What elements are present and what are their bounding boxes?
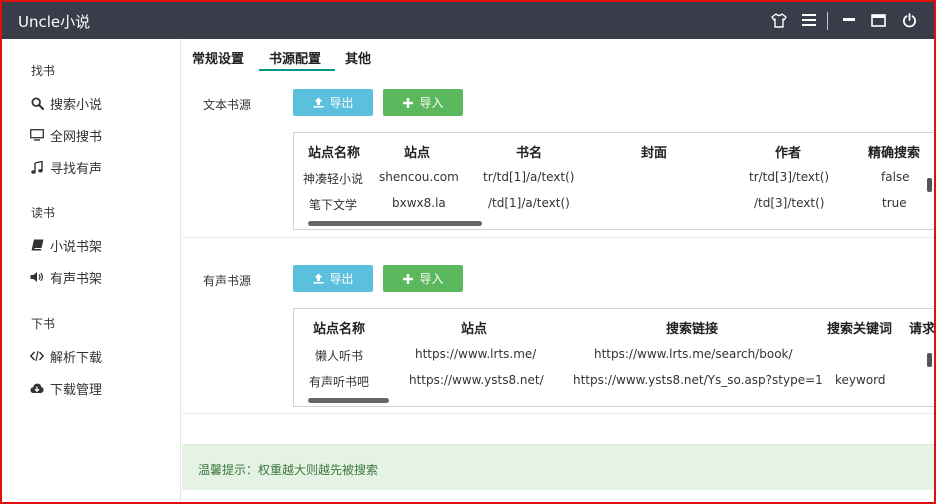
settings-tabs: 常规设置 书源配置 其他 (182, 39, 934, 73)
table-cell[interactable]: https://www.ysts8.net/ (409, 373, 544, 387)
menu-icon[interactable] (798, 9, 820, 31)
sidebar-item-web-search[interactable]: 全网搜书 (30, 125, 102, 145)
maximize-icon[interactable] (867, 9, 889, 31)
sidebar-item-label: 小说书架 (50, 239, 103, 255)
table-cell[interactable]: 神凑轻小说 (303, 170, 363, 187)
sidebar-item-audio-shelf[interactable]: 有声书架 (30, 267, 102, 287)
export-label: 导出 (329, 96, 354, 110)
sidebar-item-label: 搜索小说 (50, 97, 103, 113)
text-source-table: 站点名称 站点 书名 封面 作者 精确搜索 神凑轻小说 shencou.com … (293, 132, 934, 230)
table-cell[interactable]: bxwx8.la (392, 196, 446, 210)
column-header: 站点名称 (313, 322, 366, 337)
column-header: 站点 (461, 322, 488, 337)
horizontal-scrollbar[interactable] (308, 221, 482, 226)
upload-icon (312, 97, 324, 109)
import-label: 导入 (419, 272, 444, 286)
export-label: 导出 (329, 272, 354, 286)
active-tab-indicator (259, 69, 335, 71)
volume-icon (30, 270, 44, 284)
cloud-download-icon (30, 381, 44, 395)
table-cell[interactable]: /td[3]/text() (754, 196, 824, 210)
table-cell[interactable]: false (881, 170, 910, 184)
minimize-icon[interactable] (838, 9, 860, 31)
app-window: Uncle小说 找书 搜索小说 全网搜书 寻找有声 读书 小说书架 有声书架 下… (0, 0, 936, 504)
text-source-import-button[interactable]: 导入 (383, 89, 463, 116)
sidebar-group-find: 找书 (31, 64, 56, 78)
search-icon (30, 96, 44, 110)
monitor-icon (30, 128, 44, 142)
app-title: Uncle小说 (18, 13, 91, 31)
tab-source-config[interactable]: 书源配置 (269, 48, 321, 67)
column-header: 作者 (775, 146, 802, 161)
column-header: 封面 (641, 146, 668, 161)
table-cell[interactable]: shencou.com (379, 170, 459, 184)
sidebar-item-label: 下载管理 (50, 382, 103, 398)
table-cell[interactable]: keyword (835, 373, 886, 387)
tip-text: 温馨提示：权重越大则越先被搜索 (198, 463, 379, 477)
sidebar-item-parse-download[interactable]: 解析下载 (30, 346, 102, 366)
power-icon[interactable] (898, 9, 920, 31)
column-header: 书名 (516, 146, 543, 161)
table-cell[interactable]: /td[1]/a/text() (488, 196, 570, 210)
table-cell[interactable]: tr/td[1]/a/text() (483, 170, 575, 184)
table-cell[interactable]: true (882, 196, 907, 210)
table-cell[interactable]: https://www.lrts.me/ (415, 347, 536, 361)
vertical-scrollbar[interactable] (927, 353, 932, 367)
table-cell[interactable]: https://www.lrts.me/search/book/ (594, 347, 793, 361)
audio-source-table: 站点名称 站点 搜索链接 搜索关键词 请求 懒人听书 https://www.l… (293, 308, 936, 407)
audio-source-import-button[interactable]: 导入 (383, 265, 463, 292)
column-header: 搜索链接 (666, 322, 719, 337)
plus-icon (402, 97, 414, 109)
main-content: 常规设置 书源配置 其他 文本书源 导出 导入 站点名称 站点 书名 封面 作者… (182, 39, 934, 502)
sidebar-group-download: 下书 (31, 317, 56, 331)
sidebar-item-label: 全网搜书 (50, 129, 103, 145)
plus-icon (402, 273, 414, 285)
column-header: 搜索关键词 (827, 322, 893, 337)
import-label: 导入 (419, 96, 444, 110)
audio-source-label: 有声书源 (203, 274, 252, 288)
tip-bar: 温馨提示：权重越大则越先被搜索 (182, 444, 934, 490)
title-bar: Uncle小说 (2, 2, 934, 39)
vertical-scrollbar[interactable] (927, 178, 932, 192)
text-source-export-button[interactable]: 导出 (293, 89, 373, 116)
sidebar-item-search-novel[interactable]: 搜索小说 (30, 93, 102, 113)
horizontal-scrollbar[interactable] (308, 398, 389, 403)
sidebar-item-download-manager[interactable]: 下载管理 (30, 378, 102, 398)
sidebar-item-label: 解析下载 (50, 350, 103, 366)
music-icon (30, 160, 44, 174)
sidebar-group-read: 读书 (31, 206, 56, 220)
titlebar-divider (827, 12, 828, 30)
table-cell[interactable]: https://www.ysts8.net/Ys_so.asp?stype=1 (573, 373, 823, 387)
table-cell[interactable]: 懒人听书 (315, 347, 363, 364)
shirt-icon[interactable] (768, 9, 790, 31)
column-header: 请求 (909, 322, 936, 337)
column-header: 站点名称 (308, 146, 361, 161)
section-divider (182, 413, 934, 414)
tab-general-settings[interactable]: 常规设置 (192, 48, 244, 67)
book-icon (30, 238, 44, 252)
code-icon (30, 349, 44, 363)
sidebar-item-find-audio[interactable]: 寻找有声 (30, 157, 102, 177)
table-cell[interactable]: tr/td[3]/text() (749, 170, 829, 184)
text-source-label: 文本书源 (203, 98, 252, 112)
sidebar: 找书 搜索小说 全网搜书 寻找有声 读书 小说书架 有声书架 下书 解析下载 下… (2, 39, 181, 502)
sidebar-item-label: 有声书架 (50, 271, 103, 287)
table-cell[interactable]: 笔下文学 (309, 196, 357, 213)
column-header: 站点 (404, 146, 431, 161)
upload-icon (312, 273, 324, 285)
table-cell[interactable]: 有声听书吧 (309, 373, 369, 390)
column-header: 精确搜索 (868, 146, 921, 161)
sidebar-item-novel-shelf[interactable]: 小说书架 (30, 235, 102, 255)
sidebar-item-label: 寻找有声 (50, 161, 103, 177)
section-divider (182, 237, 934, 238)
tab-other[interactable]: 其他 (345, 48, 371, 67)
audio-source-export-button[interactable]: 导出 (293, 265, 373, 292)
